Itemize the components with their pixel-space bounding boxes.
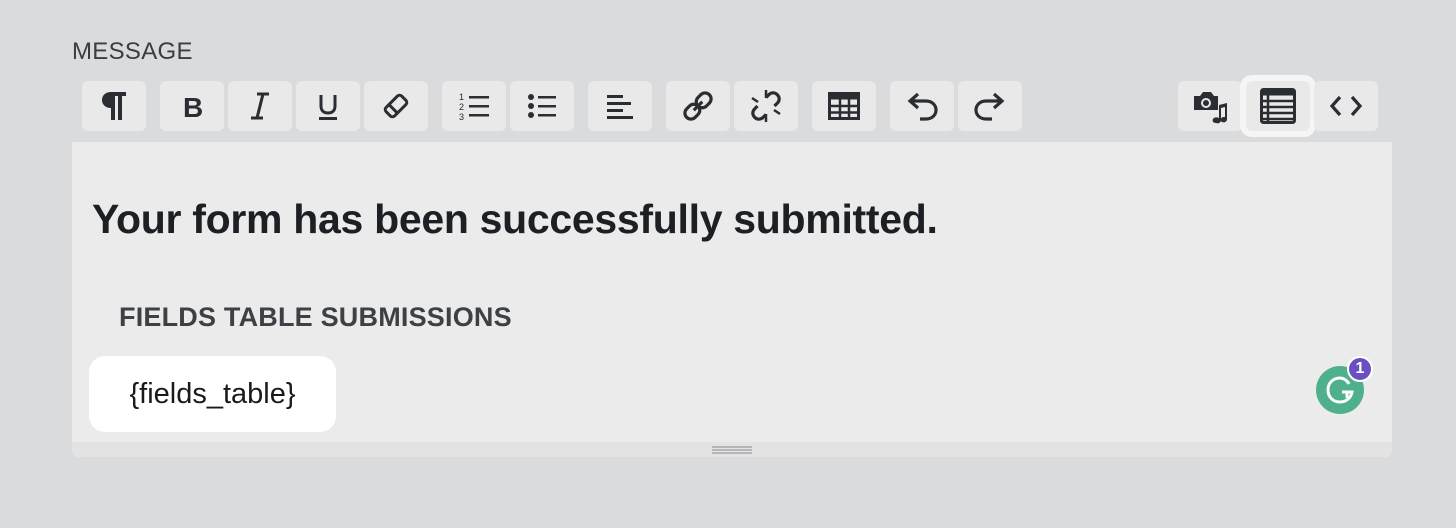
undo-button[interactable] [890, 81, 954, 131]
table-button[interactable] [812, 81, 876, 131]
insert-media-button[interactable] [1178, 81, 1242, 131]
insert-field-button[interactable] [1246, 81, 1310, 131]
underline-button[interactable] [296, 81, 360, 131]
unlink-icon [751, 90, 781, 122]
ordered-list-icon: 1 2 3 [459, 92, 489, 121]
success-heading: Your form has been successfully submitte… [92, 196, 938, 242]
fields-table-token[interactable]: {fields_table} [89, 356, 336, 432]
align-left-icon [607, 95, 633, 119]
eraser-icon [383, 93, 409, 119]
editor-toolbar: B 1 2 3 [72, 70, 1392, 142]
bullet-list-button[interactable] [510, 81, 574, 131]
svg-text:2: 2 [459, 102, 464, 112]
italic-button[interactable] [228, 81, 292, 131]
code-icon [1329, 95, 1363, 117]
media-icon [1194, 92, 1227, 124]
redo-icon [974, 92, 1005, 121]
svg-text:1: 1 [459, 92, 464, 102]
fields-list-icon [1260, 88, 1296, 124]
editor-statusbar [72, 442, 1392, 457]
source-code-button[interactable] [1314, 81, 1378, 131]
grammarly-badge: 1 [1347, 356, 1373, 382]
align-button[interactable] [588, 81, 652, 131]
undo-icon [907, 92, 938, 121]
table-icon [828, 92, 860, 120]
grammarly-icon [1326, 376, 1354, 404]
bold-icon: B [183, 92, 203, 120]
paragraph-icon [102, 92, 126, 120]
svg-text:3: 3 [459, 112, 464, 121]
fields-table-subheading: FIELDS TABLE SUBMISSIONS [119, 302, 512, 332]
redo-button[interactable] [958, 81, 1022, 131]
clear-format-button[interactable] [364, 81, 428, 131]
editor-content-area[interactable]: Your form has been successfully submitte… [72, 142, 1392, 442]
message-field-label: MESSAGE [72, 38, 193, 65]
bullet-list-icon [528, 94, 556, 118]
underline-icon [319, 95, 337, 120]
italic-icon [251, 92, 269, 120]
link-icon [683, 91, 713, 121]
svg-text:B: B [183, 92, 203, 120]
paragraph-button[interactable] [82, 81, 146, 131]
link-button[interactable] [666, 81, 730, 131]
ordered-list-button[interactable]: 1 2 3 [442, 81, 506, 131]
resize-handle-icon[interactable] [712, 445, 752, 455]
bold-button[interactable]: B [160, 81, 224, 131]
unlink-button[interactable] [734, 81, 798, 131]
